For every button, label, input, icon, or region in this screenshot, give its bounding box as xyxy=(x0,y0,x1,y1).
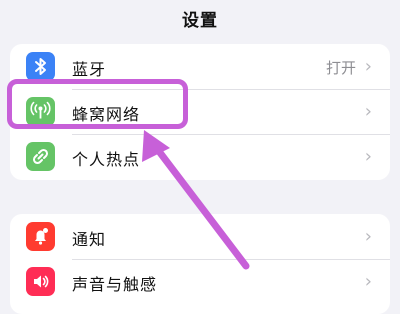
chevron-right-icon: › xyxy=(364,146,372,167)
chevron-right-icon: › xyxy=(364,56,372,77)
chevron-right-icon: › xyxy=(364,271,372,292)
notifications-settings-group: 通知 › 声音与触感 › xyxy=(10,214,390,314)
page-title: 设置 xyxy=(182,11,218,31)
chevron-right-icon: › xyxy=(364,226,372,247)
settings-row-notifications[interactable]: 通知 › xyxy=(10,214,390,259)
navigation-bar: 设置 xyxy=(0,0,400,40)
settings-row-value: 打开 xyxy=(325,59,356,77)
bluetooth-icon xyxy=(26,52,55,81)
settings-row-label: 声音与触感 xyxy=(72,275,158,294)
settings-row-label: 通知 xyxy=(72,230,107,249)
speaker-icon xyxy=(26,267,55,296)
settings-row-label: 蓝牙 xyxy=(72,60,107,79)
settings-row-personal-hotspot[interactable]: 个人热点 › xyxy=(10,134,390,179)
personal-hotspot-icon xyxy=(26,142,55,171)
settings-row-label: 个人热点 xyxy=(72,150,141,169)
highlight-box-annotation xyxy=(7,79,188,129)
settings-row-sounds-haptics[interactable]: 声音与触感 › xyxy=(10,259,390,304)
notification-bell-icon xyxy=(26,222,55,251)
chevron-right-icon: › xyxy=(364,101,372,122)
